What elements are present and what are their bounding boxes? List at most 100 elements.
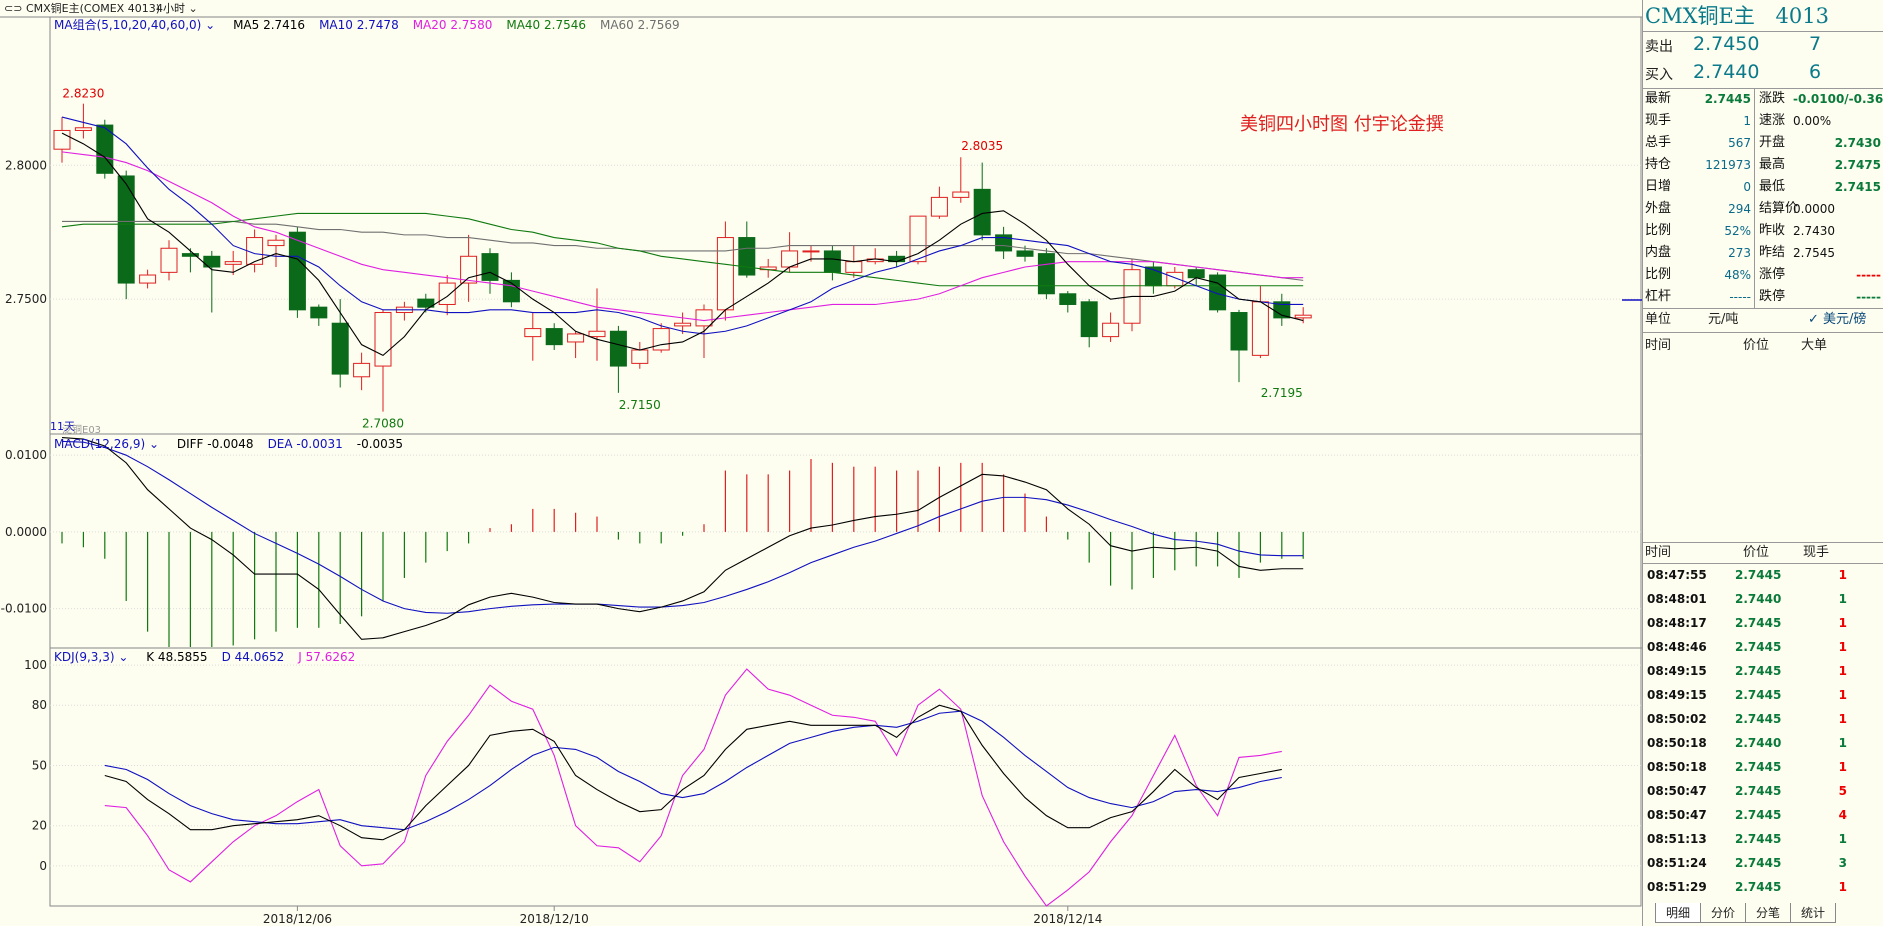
tick-row[interactable]: 08:51:24 2.7445 3 <box>1643 851 1883 875</box>
tab-trades[interactable]: 分笔 <box>1745 903 1792 923</box>
candle-body[interactable] <box>1016 250 1034 257</box>
candle-body[interactable] <box>738 237 756 276</box>
candle-body[interactable] <box>909 215 927 263</box>
candle-body[interactable] <box>139 274 157 284</box>
tick-volume: 1 <box>1838 568 1847 582</box>
candle-body[interactable] <box>823 250 841 273</box>
tick-row[interactable]: 08:47:55 2.7445 1 <box>1643 563 1883 587</box>
panel-header: CMX铜E主 4013 <box>1645 2 1829 30</box>
candle-body[interactable] <box>1251 301 1269 356</box>
tick-time: 08:51:24 <box>1647 856 1707 870</box>
candle-body[interactable] <box>481 253 499 281</box>
ma10-line <box>61 116 1304 335</box>
macd-legend[interactable]: MACD(12,26,9) ⌄ DIFF -0.0048 DEA -0.0031-… <box>54 436 403 452</box>
stat-label: 比例 <box>1645 267 1672 282</box>
tick-row[interactable]: 08:49:15 2.7445 1 <box>1643 659 1883 683</box>
candle-body[interactable] <box>716 237 734 311</box>
tick-row[interactable]: 08:48:17 2.7445 1 <box>1643 611 1883 635</box>
candle-body[interactable] <box>267 239 285 247</box>
stat-label: 持仓 <box>1645 157 1672 172</box>
tick-row[interactable]: 08:50:18 2.7440 1 <box>1643 731 1883 755</box>
tab-price-distribution[interactable]: 分价 <box>1700 903 1747 923</box>
stat-value: 2.7430 <box>1834 136 1881 150</box>
candle-body[interactable] <box>631 349 649 364</box>
candle-body[interactable] <box>973 188 991 236</box>
candle-body[interactable] <box>1187 269 1205 279</box>
ma-legend[interactable]: MA组合(5,10,20,40,60,0) ⌄ MA5 2.7416 MA10 2… <box>54 17 680 33</box>
candle-body[interactable] <box>802 250 820 253</box>
stat-value: 0.0000 <box>1793 202 1835 216</box>
candle-body[interactable] <box>288 231 306 311</box>
legend-value: MA10 2.7478 <box>319 18 399 32</box>
unit-value[interactable]: 元/吨 <box>1708 310 1738 330</box>
stat-label: 内盘 <box>1645 245 1672 260</box>
candle-body[interactable] <box>588 330 606 338</box>
tick-row[interactable]: 08:50:47 2.7445 5 <box>1643 779 1883 803</box>
candle-body[interactable] <box>652 328 670 351</box>
candle-body[interactable] <box>331 322 349 375</box>
stat-value: 294 <box>1728 202 1751 216</box>
chevron-down-icon: ⌄ <box>114 650 129 664</box>
kdj-legend[interactable]: KDJ(9,3,3) ⌄ K 48.5855 D 44.0652 J 57.6262 <box>54 649 355 665</box>
candle-body[interactable] <box>438 282 456 305</box>
macd-dea-line <box>61 440 1304 614</box>
candle-body[interactable] <box>310 306 328 319</box>
candle-body[interactable] <box>952 191 970 198</box>
candle-body[interactable] <box>930 196 948 217</box>
candle-body[interactable] <box>353 362 371 378</box>
candle-body[interactable] <box>524 328 542 338</box>
tick-row[interactable]: 08:50:18 2.7445 1 <box>1643 755 1883 779</box>
candle-body[interactable] <box>845 261 863 273</box>
tick-volume: 1 <box>1838 712 1847 726</box>
tab-detail[interactable]: 明细 <box>1655 903 1702 923</box>
kdj-tick-label: 20 <box>32 819 47 833</box>
candle-body[interactable] <box>674 322 692 327</box>
stat-label: 昨结 <box>1759 245 1786 260</box>
tick-row[interactable]: 08:51:29 2.7445 1 <box>1643 875 1883 899</box>
macd-indicator-name[interactable]: MACD(12,26,9) <box>54 437 145 451</box>
candle-body[interactable] <box>1059 293 1077 305</box>
candle-body[interactable] <box>117 175 135 284</box>
tick-time: 08:47:55 <box>1647 568 1707 582</box>
tick-row[interactable]: 08:50:02 2.7445 1 <box>1643 707 1883 731</box>
tick-row[interactable]: 08:48:46 2.7445 1 <box>1643 635 1883 659</box>
tick-volume: 3 <box>1838 856 1847 870</box>
tick-row[interactable]: 08:49:15 2.7445 1 <box>1643 683 1883 707</box>
candle-body[interactable] <box>160 247 178 273</box>
sell-price[interactable]: 2.7450 <box>1693 33 1759 55</box>
candle-body[interactable] <box>460 255 478 284</box>
candle-body[interactable] <box>1166 271 1184 287</box>
sell-label: 卖出 <box>1645 39 1673 55</box>
tick-header-volume: 现手 <box>1803 545 1830 560</box>
tab-statistics[interactable]: 统计 <box>1790 903 1837 923</box>
candle-body[interactable] <box>1209 274 1227 311</box>
currency-toggle[interactable]: ✓ 美元/磅 <box>1808 310 1866 330</box>
candle-body[interactable] <box>695 309 713 327</box>
tick-row[interactable]: 08:51:13 2.7445 1 <box>1643 827 1883 851</box>
candle-body[interactable] <box>1102 322 1120 338</box>
ma-indicator-name[interactable]: MA组合(5,10,20,40,60,0) <box>54 18 201 32</box>
legend-value: MA60 2.7569 <box>599 18 680 32</box>
period-selector[interactable]: 4小时 ⌄ <box>156 1 198 17</box>
tick-time: 08:48:01 <box>1647 592 1707 606</box>
candle-body[interactable] <box>74 127 92 131</box>
candle-body[interactable] <box>1294 314 1312 319</box>
tick-time: 08:50:02 <box>1647 712 1707 726</box>
kdj-indicator-name[interactable]: KDJ(9,3,3) <box>54 650 115 664</box>
tick-row[interactable]: 08:50:47 2.7445 4 <box>1643 803 1883 827</box>
candle-body[interactable] <box>1230 312 1248 351</box>
candle-body[interactable] <box>1080 301 1098 338</box>
tick-row[interactable]: 08:48:01 2.7440 1 <box>1643 587 1883 611</box>
tick-time: 08:51:13 <box>1647 832 1707 846</box>
stat-label: 现手 <box>1645 113 1672 128</box>
candle-body[interactable] <box>224 261 242 265</box>
stat-value: 52% <box>1724 224 1751 238</box>
candle-body[interactable] <box>1037 253 1055 295</box>
big-order-header-size: 大单 <box>1801 338 1828 353</box>
candle-body[interactable] <box>545 328 563 346</box>
candle-body[interactable] <box>567 333 585 343</box>
buy-price[interactable]: 2.7440 <box>1693 61 1759 83</box>
candle-body[interactable] <box>374 312 392 367</box>
candle-body[interactable] <box>609 330 627 367</box>
chart-area[interactable]: 2.8000 2.7500 0.0100 0.0000 -0.0100 100 80 50 20… <box>0 0 1642 926</box>
